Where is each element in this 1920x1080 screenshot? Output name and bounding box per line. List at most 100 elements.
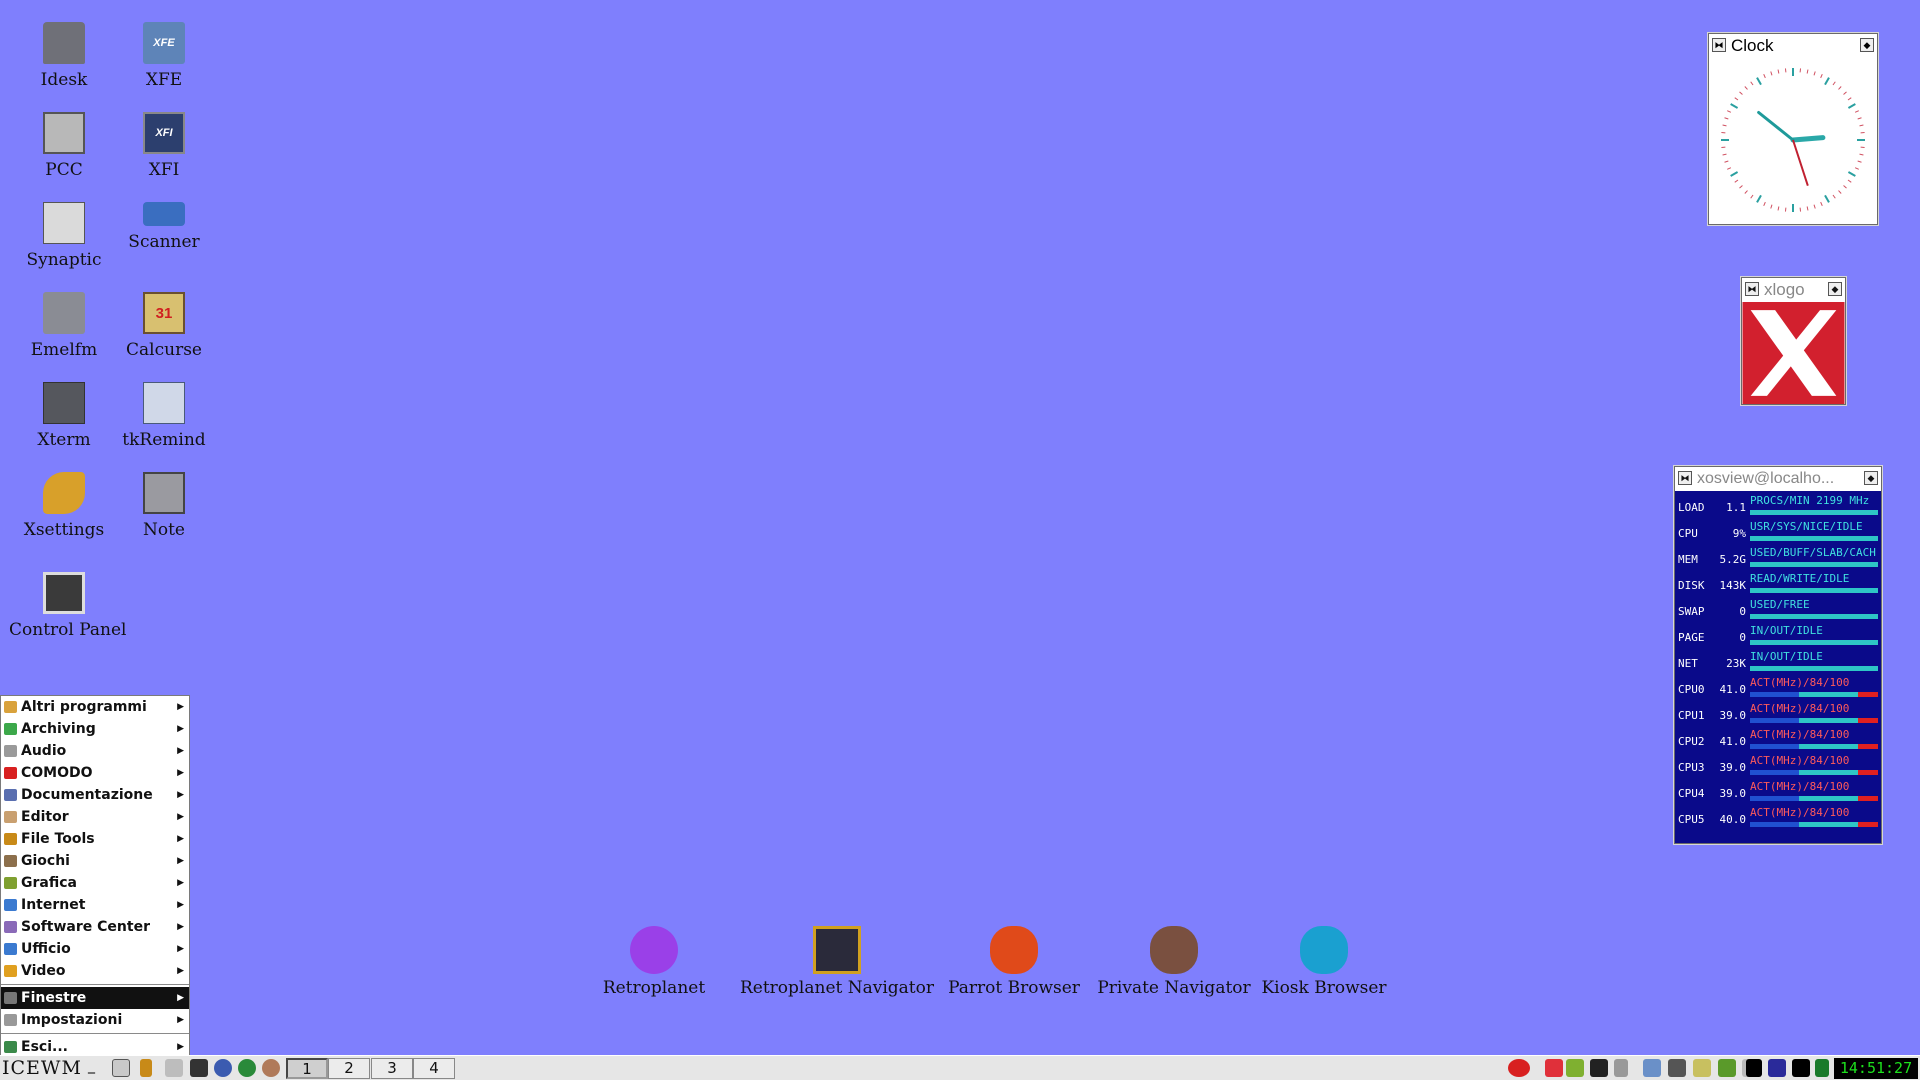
desktop-icon-label: Calcurse <box>126 340 202 360</box>
window-menu-button[interactable]: ⧓ <box>1712 38 1726 52</box>
menu-item-label: Ufficio <box>21 941 71 957</box>
xosview-row: CPU3 39.0 ACT(MHz)/84/100 <box>1678 753 1878 779</box>
xosview-window[interactable]: ⧓ xosview@localho... ◆ LOAD 1.1 PROCS/MIN … <box>1674 466 1882 844</box>
desktop-icon-emelfm[interactable]: Emelfm <box>9 292 119 360</box>
clock-tick <box>1843 91 1847 95</box>
workspace-button-1[interactable]: 1 <box>286 1058 328 1079</box>
window-menu-button[interactable]: ⧓ <box>1745 282 1759 296</box>
xosview-titlebar[interactable]: ⧓ xosview@localho... ◆ <box>1675 467 1881 491</box>
computer-icon[interactable] <box>1668 1059 1686 1077</box>
clock-titlebar[interactable]: ⧓ Clock ◆ <box>1709 34 1877 58</box>
clipboard-icon[interactable] <box>1693 1059 1711 1077</box>
desktop-icon-pcc[interactable]: PCC <box>9 112 119 180</box>
menu-item-impostazioni[interactable]: Impostazioni ▶ <box>1 1009 189 1031</box>
submenu-arrow-icon: ▶ <box>177 812 184 822</box>
menu-item-documentazione[interactable]: Documentazione ▶ <box>1 784 189 806</box>
submenu-arrow-icon: ▶ <box>177 702 184 712</box>
launcher-retroplanet-navigator[interactable]: Retroplanet Navigator <box>737 926 937 998</box>
meter-bar <box>1750 614 1878 619</box>
desktop-icon-scanner[interactable]: Scanner <box>109 202 219 252</box>
clock-tick <box>1724 117 1729 120</box>
network-graph-icon[interactable] <box>1792 1059 1810 1077</box>
window-list-icon[interactable] <box>112 1059 130 1077</box>
monitor-icon[interactable] <box>262 1059 280 1077</box>
menu-item-finestre[interactable]: Finestre ▶ <box>1 987 189 1009</box>
show-desktop-button[interactable]: _ <box>88 1058 95 1074</box>
desktop-icon-xsettings[interactable]: Xsettings <box>9 472 119 540</box>
taskbar-clock[interactable]: 14:51:27 <box>1834 1058 1918 1079</box>
workspace-button-2[interactable]: 2 <box>328 1058 370 1079</box>
launcher-retroplanet[interactable]: Retroplanet <box>554 926 754 998</box>
puzzle-icon[interactable] <box>1566 1059 1584 1077</box>
start-button[interactable]: ICEWM <box>2 1057 82 1079</box>
menu-category-icon <box>4 701 17 713</box>
xosview-row: LOAD 1.1 PROCS/MIN 2199 MHz <box>1678 493 1878 519</box>
xlogo-titlebar[interactable]: ⧓ xlogo ◆ <box>1742 278 1845 302</box>
xosview-row: CPU1 39.0 ACT(MHz)/84/100 <box>1678 701 1878 727</box>
menu-item-comodo[interactable]: COMODO ▶ <box>1 762 189 784</box>
dropbox-icon[interactable] <box>1590 1059 1608 1077</box>
desktop-icon-xfi[interactable]: XFI XFI <box>109 112 219 180</box>
nvidia-icon[interactable] <box>1718 1059 1736 1077</box>
xlogo-title: xlogo <box>1764 280 1805 299</box>
mail-icon[interactable] <box>1815 1059 1829 1077</box>
submenu-arrow-icon: ▶ <box>177 966 184 976</box>
window-menu-button[interactable]: ⧓ <box>1678 471 1692 485</box>
desktop-icon-xfe[interactable]: XFE XFE <box>109 22 219 90</box>
desktop-icon-calcurse[interactable]: 31 Calcurse <box>109 292 219 360</box>
calcurse-icon: 31 <box>143 292 185 334</box>
meter-fill <box>1750 692 1799 697</box>
submenu-arrow-icon: ▶ <box>177 944 184 954</box>
terminal-icon[interactable] <box>190 1059 208 1077</box>
window-pin-button[interactable]: ◆ <box>1828 282 1842 296</box>
desktop-icon-xterm[interactable]: Xterm <box>9 382 119 450</box>
cpu-graph-icon[interactable] <box>1746 1059 1762 1077</box>
meter-name: PAGE <box>1678 631 1705 644</box>
network-icon[interactable] <box>238 1059 256 1077</box>
window-pin-button[interactable]: ◆ <box>1864 471 1878 485</box>
menu-item-grafica[interactable]: Grafica ▶ <box>1 872 189 894</box>
desktop-icon-label: Emelfm <box>30 340 98 360</box>
bug-icon[interactable] <box>1508 1059 1530 1077</box>
desktop-icon-note[interactable]: Note <box>109 472 219 540</box>
menu-item-ufficio[interactable]: Ufficio ▶ <box>1 938 189 960</box>
launcher-kiosk-browser[interactable]: Kiosk Browser <box>1224 926 1424 998</box>
menu-item-archiving[interactable]: Archiving ▶ <box>1 718 189 740</box>
volume-icon[interactable] <box>1614 1059 1628 1077</box>
workspace-button-3[interactable]: 3 <box>371 1058 413 1079</box>
submenu-arrow-icon: ▶ <box>177 724 184 734</box>
menu-item-giochi[interactable]: Giochi ▶ <box>1 850 189 872</box>
clock-window[interactable]: ⧓ Clock ◆ <box>1708 33 1878 225</box>
meter-bar <box>1750 640 1878 645</box>
menu-item-label: Internet <box>21 897 86 913</box>
menu-item-audio[interactable]: Audio ▶ <box>1 740 189 762</box>
settings-icon <box>4 1014 17 1026</box>
editor-icon[interactable] <box>165 1059 183 1077</box>
browser-icon[interactable] <box>214 1059 232 1077</box>
clock-tick <box>1777 206 1780 211</box>
clock-tick <box>1854 110 1859 113</box>
menu-item-video[interactable]: Video ▶ <box>1 960 189 982</box>
meter-bar <box>1750 770 1878 775</box>
clock-tick <box>1750 81 1754 86</box>
desktop-icon-control-panel[interactable]: Control Panel <box>9 572 126 640</box>
meter-value: 39.0 <box>1719 761 1747 774</box>
menu-item-internet[interactable]: Internet ▶ <box>1 894 189 916</box>
desktop-icon-tkremind[interactable]: tkRemind <box>109 382 219 450</box>
workspace-button-4[interactable]: 4 <box>413 1058 455 1079</box>
meter-legend: ACT(MHz)/84/100 <box>1750 676 1850 689</box>
vivaldi-icon[interactable] <box>1545 1059 1563 1077</box>
desktop-icon-idesk[interactable]: Idesk <box>9 22 119 90</box>
menu-item-editor[interactable]: Editor ▶ <box>1 806 189 828</box>
menu-item-file-tools[interactable]: File Tools ▶ <box>1 828 189 850</box>
xosview-row: DISK 143K READ/WRITE/IDLE <box>1678 571 1878 597</box>
menu-item-altri-programmi[interactable]: Altri programmi ▶ <box>1 696 189 718</box>
desktop-icon-label: XFE <box>145 70 183 90</box>
file-tools-icon[interactable] <box>140 1059 152 1077</box>
folder-icon[interactable] <box>1643 1059 1661 1077</box>
memory-graph-icon[interactable] <box>1768 1059 1786 1077</box>
desktop-icon-synaptic[interactable]: Synaptic <box>9 202 119 270</box>
xlogo-window[interactable]: ⧓ xlogo ◆ <box>1741 277 1846 405</box>
window-pin-button[interactable]: ◆ <box>1860 38 1874 52</box>
menu-item-software-center[interactable]: Software Center ▶ <box>1 916 189 938</box>
